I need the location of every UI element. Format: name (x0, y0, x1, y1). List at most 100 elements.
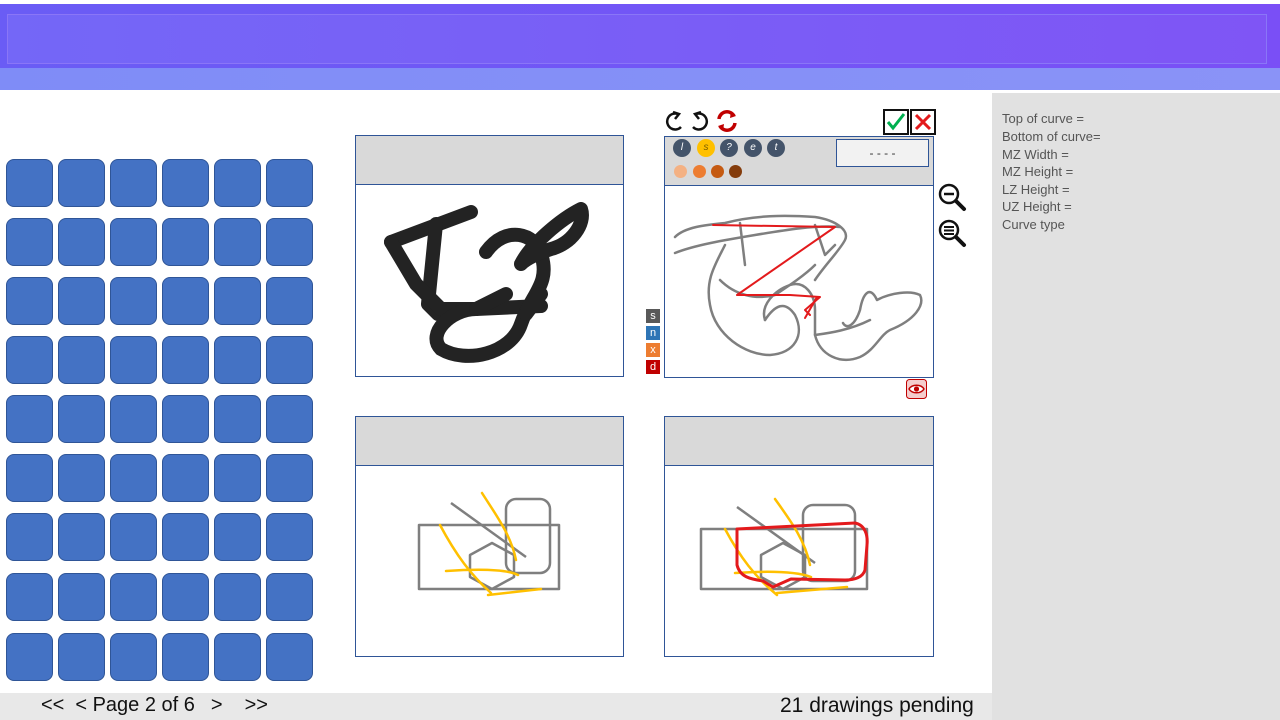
panel-header (356, 417, 623, 466)
info-lz-height: LZ Height = (1002, 182, 1070, 197)
info-top-of-curve: Top of curve = (1002, 111, 1085, 126)
panel-header (665, 417, 933, 466)
thumbnail-tile[interactable] (162, 336, 209, 384)
thumbnail-tile[interactable] (162, 159, 209, 207)
info-mz-width: MZ Width = (1002, 147, 1069, 162)
thumbnail-tile[interactable] (58, 513, 105, 561)
prev-page-button[interactable]: < Page 2 of 6 (75, 694, 195, 717)
pagination: << < Page 2 of 6 > >> (41, 694, 268, 717)
close-icon[interactable] (910, 109, 936, 135)
curve-info-panel: Top of curve = Bottom of curve= MZ Width… (992, 93, 1280, 720)
tool-button-t[interactable]: t (767, 139, 785, 157)
refresh-icon[interactable] (714, 108, 740, 134)
redo-icon[interactable] (688, 110, 710, 132)
scribble-drawing (384, 202, 589, 363)
color-swatch[interactable] (674, 165, 687, 178)
thumbnail-tile[interactable] (214, 633, 261, 681)
thumbnail-tile[interactable] (6, 277, 53, 325)
thumbnail-tile[interactable] (58, 573, 105, 621)
header-title-area (7, 14, 1267, 64)
thumbnail-tile[interactable] (58, 277, 105, 325)
next-page-button[interactable]: > (211, 694, 223, 717)
thumbnail-tile[interactable] (110, 218, 157, 266)
thumbnail-tile[interactable] (110, 277, 157, 325)
tool-button-e[interactable]: e (744, 139, 762, 157)
eye-icon[interactable] (906, 379, 927, 399)
thumbnail-tile[interactable] (214, 454, 261, 502)
side-button-n[interactable]: n (646, 326, 660, 340)
side-button-s[interactable]: s (646, 309, 660, 323)
thumbnail-tile[interactable] (266, 633, 313, 681)
thumbnail-tile[interactable] (6, 159, 53, 207)
thumbnail-tile[interactable] (110, 395, 157, 443)
thumbnail-tile[interactable] (214, 277, 261, 325)
thumbnail-tile[interactable] (266, 513, 313, 561)
zoom-list-icon[interactable] (937, 218, 967, 248)
thumbnail-tile[interactable] (266, 336, 313, 384)
tool-button-help[interactable]: ? (720, 139, 738, 157)
color-swatch[interactable] (711, 165, 724, 178)
curve-drawing (673, 214, 923, 362)
thumbnail-tile[interactable] (110, 159, 157, 207)
last-page-button[interactable]: >> (245, 694, 268, 717)
thumbnail-tile[interactable] (110, 633, 157, 681)
thumbnail-tile[interactable] (266, 277, 313, 325)
thumbnail-tile[interactable] (214, 336, 261, 384)
app-header (0, 4, 1280, 68)
first-page-button[interactable]: << (41, 694, 64, 717)
color-swatch[interactable] (693, 165, 706, 178)
thumbnail-tile[interactable] (58, 218, 105, 266)
drawing-panel-bottom-right[interactable] (664, 416, 934, 657)
thumbnail-tile[interactable] (6, 395, 53, 443)
thumbnail-tile[interactable] (266, 573, 313, 621)
thumbnail-tile[interactable] (110, 513, 157, 561)
thumbnail-tile[interactable] (6, 633, 53, 681)
thumbnail-tile[interactable] (214, 159, 261, 207)
tool-button-s[interactable]: s (697, 139, 715, 157)
panel-header (356, 136, 623, 185)
side-button-d[interactable]: d (646, 360, 660, 374)
zoom-out-icon[interactable] (937, 182, 967, 212)
thumbnail-tile[interactable] (266, 218, 313, 266)
thumbnail-tile[interactable] (58, 454, 105, 502)
thumbnail-tile[interactable] (162, 633, 209, 681)
thumbnail-tile[interactable] (266, 159, 313, 207)
thumbnail-tile[interactable] (110, 336, 157, 384)
thumbnail-tile[interactable] (214, 218, 261, 266)
line-style-selector[interactable]: - - - - (836, 139, 929, 167)
thumbnail-tile[interactable] (162, 277, 209, 325)
thumbnail-tile[interactable] (58, 395, 105, 443)
sub-header-bar (0, 68, 1280, 90)
thumbnail-tile[interactable] (162, 395, 209, 443)
info-mz-height: MZ Height = (1002, 164, 1074, 179)
thumbnail-tile[interactable] (214, 395, 261, 443)
thumbnail-tile[interactable] (214, 513, 261, 561)
thumbnail-tile[interactable] (6, 454, 53, 502)
thumbnail-tile[interactable] (6, 218, 53, 266)
thumbnail-tile[interactable] (162, 513, 209, 561)
thumbnail-tile[interactable] (58, 159, 105, 207)
thumbnail-tile[interactable] (162, 218, 209, 266)
thumbnail-tile[interactable] (266, 395, 313, 443)
thumbnail-tile[interactable] (6, 513, 53, 561)
thumbnail-tile[interactable] (162, 573, 209, 621)
color-swatch[interactable] (729, 165, 742, 178)
thumbnail-tile[interactable] (6, 336, 53, 384)
tool-button-l[interactable]: l (673, 139, 691, 157)
drawing-panel-top-left[interactable] (355, 135, 624, 377)
thumbnail-tile[interactable] (6, 573, 53, 621)
thumbnail-tile[interactable] (162, 454, 209, 502)
thumbnail-tile[interactable] (58, 633, 105, 681)
thumbnail-tile[interactable] (266, 454, 313, 502)
drawing-panel-bottom-left[interactable] (355, 416, 624, 657)
side-button-x[interactable]: x (646, 343, 660, 357)
info-uz-height: UZ Height = (1002, 199, 1072, 214)
undo-icon[interactable] (664, 110, 686, 132)
reference-drawing (417, 491, 561, 597)
thumbnail-tile[interactable] (110, 454, 157, 502)
info-bottom-of-curve: Bottom of curve= (1002, 129, 1101, 144)
thumbnail-tile[interactable] (110, 573, 157, 621)
thumbnail-tile[interactable] (214, 573, 261, 621)
thumbnail-tile[interactable] (58, 336, 105, 384)
check-icon[interactable] (883, 109, 909, 135)
